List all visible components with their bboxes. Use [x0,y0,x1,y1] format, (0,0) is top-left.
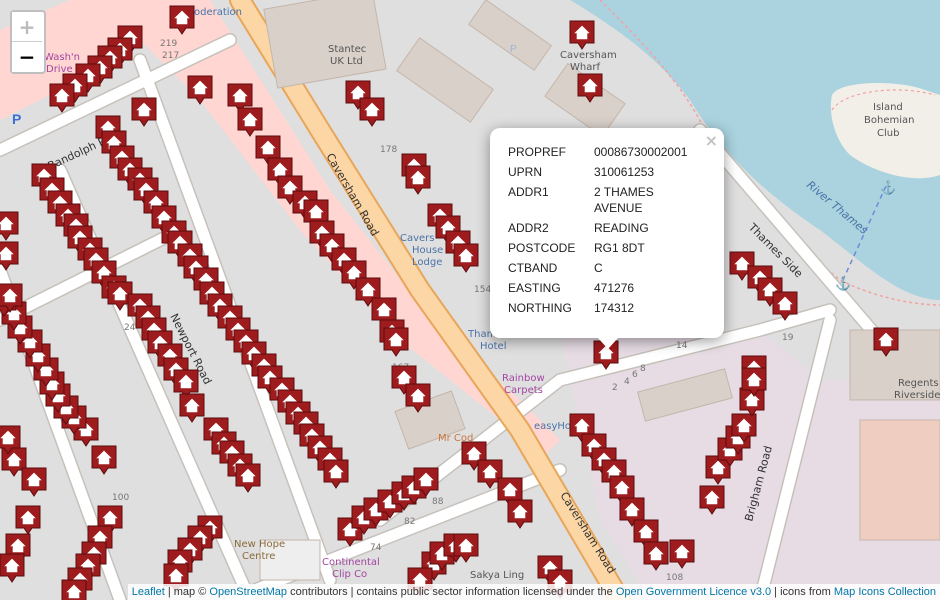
osm-link[interactable]: OpenStreetMap [209,586,287,598]
popup-value: 310061253 [594,165,655,179]
property-marker-icon[interactable] [405,165,431,195]
popup-row: ADDR2 READING [508,218,704,238]
popup-key: POSTCODE [508,241,576,255]
leaflet-link[interactable]: Leaflet [132,586,165,598]
popup-value: RG1 8DT [594,241,645,255]
property-marker-icon[interactable] [131,97,157,127]
popup-table: PROPREF 00086730002001 UPRN 310061253 ADDR1 2… [508,142,704,318]
popup-row: UPRN 310061253 [508,162,704,182]
zoom-out-button[interactable]: − [12,42,42,72]
attribution-text: | icons from [771,586,834,598]
popup-row: NORTHING 174312 [508,298,704,318]
property-marker-icon[interactable] [179,393,205,423]
zoom-control: + − [10,10,46,74]
property-marker-icon[interactable] [169,5,195,35]
popup-key: PROPREF [508,145,567,159]
property-marker-icon[interactable] [0,211,19,241]
property-popup: × PROPREF 00086730002001 UPRN 310061253 ADDR… [490,128,724,349]
popup-row: CTBAND C [508,258,704,278]
property-marker-icon[interactable] [453,243,479,273]
property-marker-icon[interactable] [577,73,603,103]
popup-key: NORTHING [508,301,572,315]
property-marker-icon[interactable] [91,445,117,475]
property-marker-icon[interactable] [323,459,349,489]
property-marker-icon[interactable] [405,383,431,413]
property-marker-icon[interactable] [21,467,47,497]
popup-value: 2 THAMES AVENUE [594,185,654,215]
property-marker-icon[interactable] [669,539,695,569]
popup-value: 174312 [594,301,635,315]
map-canvas[interactable]: Caversham Road Caversham Road Newport Ro… [0,0,940,600]
popup-value: READING [594,221,649,235]
property-marker-icon[interactable] [383,327,409,357]
popup-row: EASTING 471276 [508,278,704,298]
popup-value: C [594,261,603,275]
property-marker-icon[interactable] [187,75,213,105]
property-marker-icon[interactable] [237,107,263,137]
property-marker-icon[interactable] [699,485,725,515]
property-marker-icon[interactable] [772,291,798,321]
property-markers [0,5,899,600]
attribution-text: contributors | contains public sector in… [287,586,616,598]
popup-row: POSTCODE RG1 8DT [508,238,704,258]
property-marker-icon[interactable] [569,20,595,50]
popup-key: UPRN [508,165,543,179]
property-marker-icon[interactable] [507,499,533,529]
property-marker-icon[interactable] [359,97,385,127]
attribution-text: | map © [164,586,210,598]
popup-value: 471276 [594,281,635,295]
property-marker-icon[interactable] [643,541,669,571]
popup-tip [598,338,618,349]
zoom-in-button[interactable]: + [12,12,42,42]
property-marker-icon[interactable] [15,505,41,535]
property-marker-icon[interactable] [0,241,19,271]
popup-value: 00086730002001 [594,145,688,159]
popup-key: ADDR2 [508,221,549,235]
attribution-bar: Leaflet | map © OpenStreetMap contributo… [127,584,940,600]
property-marker-icon[interactable] [0,553,25,583]
icons-link[interactable]: Map Icons Collection [834,586,936,598]
ogl-link[interactable]: Open Government Licence v3.0 [616,586,771,598]
property-marker-icon[interactable] [49,83,75,113]
popup-row: PROPREF 00086730002001 [508,142,704,162]
property-marker-icon[interactable] [235,463,261,493]
popup-key: ADDR1 [508,185,549,199]
popup-row: ADDR1 2 THAMES AVENUE [508,182,704,218]
popup-key: CTBAND [508,261,558,275]
property-marker-icon[interactable] [61,579,87,600]
popup-close-button[interactable]: × [705,131,718,150]
popup-key: EASTING [508,281,561,295]
property-marker-icon[interactable] [873,327,899,357]
